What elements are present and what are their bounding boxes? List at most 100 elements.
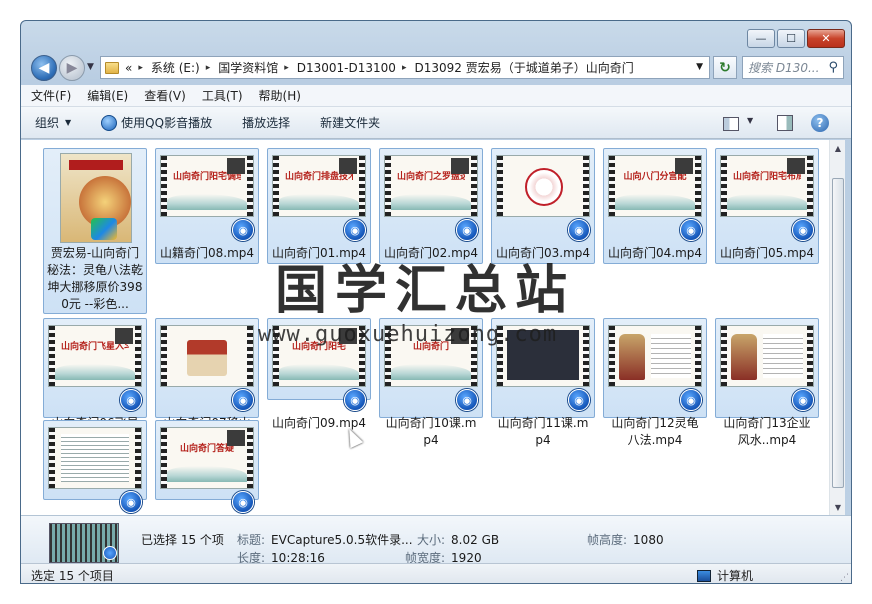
watermark-url: www.guoxuehuizong.com: [258, 322, 558, 347]
filmstrip-edge: [609, 326, 615, 386]
detail-frame-height: 帧高度: 1080: [587, 533, 664, 547]
crumb-separator[interactable]: ▸: [138, 63, 143, 73]
file-thumbnail: [720, 325, 814, 387]
forward-button[interactable]: ▶: [59, 55, 85, 81]
address-bar[interactable]: « ▸ 系统 (E:) ▸ 国学资料馆 ▸ D13001-D13100 ▸ D1…: [100, 56, 710, 79]
file-item[interactable]: 山向奇门阳宅布局 ◉ 山向奇门05.mp4: [715, 148, 819, 264]
resize-grip-icon[interactable]: ⋰: [840, 573, 849, 583]
scroll-thumb[interactable]: [832, 178, 844, 488]
file-item[interactable]: 山向奇门阳宅调理事例◉ 山籍奇门08.mp4: [155, 148, 259, 264]
menu-bar: 文件(F) 编辑(E) 查看(V) 工具(T) 帮助(H): [21, 85, 851, 107]
file-thumbnail: 山向奇门之罗盘选用: [384, 155, 478, 217]
search-input[interactable]: 搜索 D130... ⚲: [742, 56, 844, 79]
organize-label: 组织: [35, 116, 60, 130]
app-logo-icon: [91, 218, 117, 240]
crumb-separator[interactable]: ▸: [402, 63, 407, 73]
address-overflow[interactable]: «: [125, 61, 132, 75]
menu-edit[interactable]: 编辑(E): [87, 87, 128, 104]
file-item[interactable]: ◉ 山向奇门13企业风水..mp4: [715, 318, 819, 447]
file-item[interactable]: ◉ 山向奇门03.mp4: [491, 148, 595, 264]
cover-title-band: [69, 160, 123, 170]
detail-size: 大小: 8.02 GB: [417, 533, 500, 547]
file-name: 山向奇门11课.mp4: [497, 416, 589, 447]
file-item[interactable]: 山向奇门之罗盘选用◉山向奇门02.mp4: [379, 148, 483, 264]
filmstrip-edge: [807, 326, 813, 386]
search-placeholder: 搜索 D130...: [748, 61, 820, 75]
breadcrumb-folder-guoxue[interactable]: 国学资料馆: [218, 59, 278, 76]
maximize-button[interactable]: ☐: [777, 29, 805, 48]
menu-help[interactable]: 帮助(H): [259, 87, 301, 104]
qq-player-icon: [101, 114, 118, 131]
close-button[interactable]: ✕: [807, 29, 845, 48]
play-selection-button[interactable]: 播放选择: [242, 114, 290, 131]
back-button[interactable]: ◀: [31, 55, 57, 81]
video-file-icon: ◉: [344, 389, 366, 411]
change-view-icon[interactable]: [723, 117, 739, 131]
filmstrip-edge: [135, 326, 141, 386]
help-icon[interactable]: ?: [811, 114, 829, 132]
text-block: [651, 334, 691, 378]
view-options-dropdown[interactable]: ▼: [747, 116, 753, 125]
video-file-icon: ◉: [568, 219, 590, 241]
video-file-icon: ◉: [232, 389, 254, 411]
scroll-down-arrow[interactable]: ▼: [830, 499, 846, 515]
speaker-inset: [227, 430, 245, 446]
video-badge-icon: [103, 546, 117, 560]
selected-count: 已选择 15 个项: [141, 533, 224, 547]
filmstrip-edge: [721, 326, 727, 386]
filmstrip-edge: [247, 326, 253, 386]
file-item[interactable]: ◉山向奇门07移山换向.mp4: [155, 318, 259, 447]
figure-image: [619, 334, 645, 380]
landscape-art: [279, 364, 359, 380]
filmstrip-edge: [247, 156, 253, 216]
file-item[interactable]: 贾宏易-山向奇门秘法：灵龟八法乾坤大挪移原价3980元 --彩色...: [43, 148, 147, 314]
file-item[interactable]: 山向奇门飞星入斗◉山向奇门06飞星入斗.mp4: [43, 318, 147, 447]
minimize-button[interactable]: —: [747, 29, 775, 48]
new-folder-label: 新建文件夹: [320, 116, 381, 130]
address-dropdown[interactable]: ▼: [696, 62, 703, 72]
menu-tools[interactable]: 工具(T): [202, 87, 243, 104]
landscape-art: [391, 364, 471, 380]
menu-file[interactable]: 文件(F): [31, 87, 71, 104]
crumb-separator[interactable]: ▸: [206, 63, 211, 73]
file-thumbnail: 山向奇门飞星入斗: [48, 325, 142, 387]
search-icon[interactable]: ⚲: [828, 60, 838, 75]
file-item[interactable]: ◉山向奇门14风后: [43, 420, 147, 513]
file-thumbnail: [496, 155, 590, 217]
file-item[interactable]: 山向奇门答疑◉山向奇门答疑: [155, 420, 259, 513]
scroll-up-arrow[interactable]: ▲: [830, 140, 846, 156]
play-with-qq-button[interactable]: 使用QQ影音播放: [101, 114, 212, 131]
speaker-inset: [675, 158, 693, 174]
preview-pane-icon[interactable]: [777, 115, 793, 131]
vertical-scrollbar[interactable]: ▲ ▼: [829, 140, 845, 515]
crumb-separator[interactable]: ▸: [284, 63, 289, 73]
file-item[interactable]: ◉ 山向奇门12灵龟八法.mp4: [603, 318, 707, 447]
navigation-row: ◀ ▶ ▼ « ▸ 系统 (E:) ▸ 国学资料馆 ▸ D13001-D1310…: [21, 53, 851, 83]
play-selection-label: 播放选择: [242, 116, 291, 130]
text-block: [61, 434, 129, 482]
file-item[interactable]: 山向八门分宫配 ◉ 山向奇门04.mp4: [603, 148, 707, 264]
file-thumbnail: 山向奇门阳宅布局: [720, 155, 814, 217]
breadcrumb-drive[interactable]: 系统 (E:): [151, 59, 200, 76]
text-block: [763, 334, 803, 378]
speaker-inset: [339, 158, 357, 174]
recent-pages-dropdown[interactable]: ▼: [87, 62, 94, 72]
speaker-inset: [115, 328, 133, 344]
menu-view[interactable]: 查看(V): [144, 87, 186, 104]
play-with-qq-label: 使用QQ影音播放: [121, 116, 213, 130]
detail-title: 标题: EVCapture5.0.5软件录...: [237, 533, 413, 547]
breadcrumb-current-folder[interactable]: D13092 贾宏易（于城道弟子）山向奇门: [414, 59, 633, 76]
file-thumbnail: [608, 325, 702, 387]
video-file-icon: ◉: [232, 491, 254, 513]
refresh-button[interactable]: ↻: [713, 56, 737, 79]
filmstrip-edge: [497, 156, 503, 216]
new-folder-button[interactable]: 新建文件夹: [320, 114, 380, 131]
status-location-label: 计算机: [717, 569, 754, 583]
computer-icon: [697, 569, 711, 582]
breadcrumb-folder-range[interactable]: D13001-D13100: [297, 61, 396, 75]
video-file-icon: ◉: [232, 219, 254, 241]
file-item[interactable]: 山向奇门排盘技术解读◉山向奇门01.mp4: [267, 148, 371, 264]
landscape-art: [167, 194, 247, 210]
organize-button[interactable]: 组织 ▼: [35, 114, 71, 131]
house-image: [187, 340, 227, 376]
